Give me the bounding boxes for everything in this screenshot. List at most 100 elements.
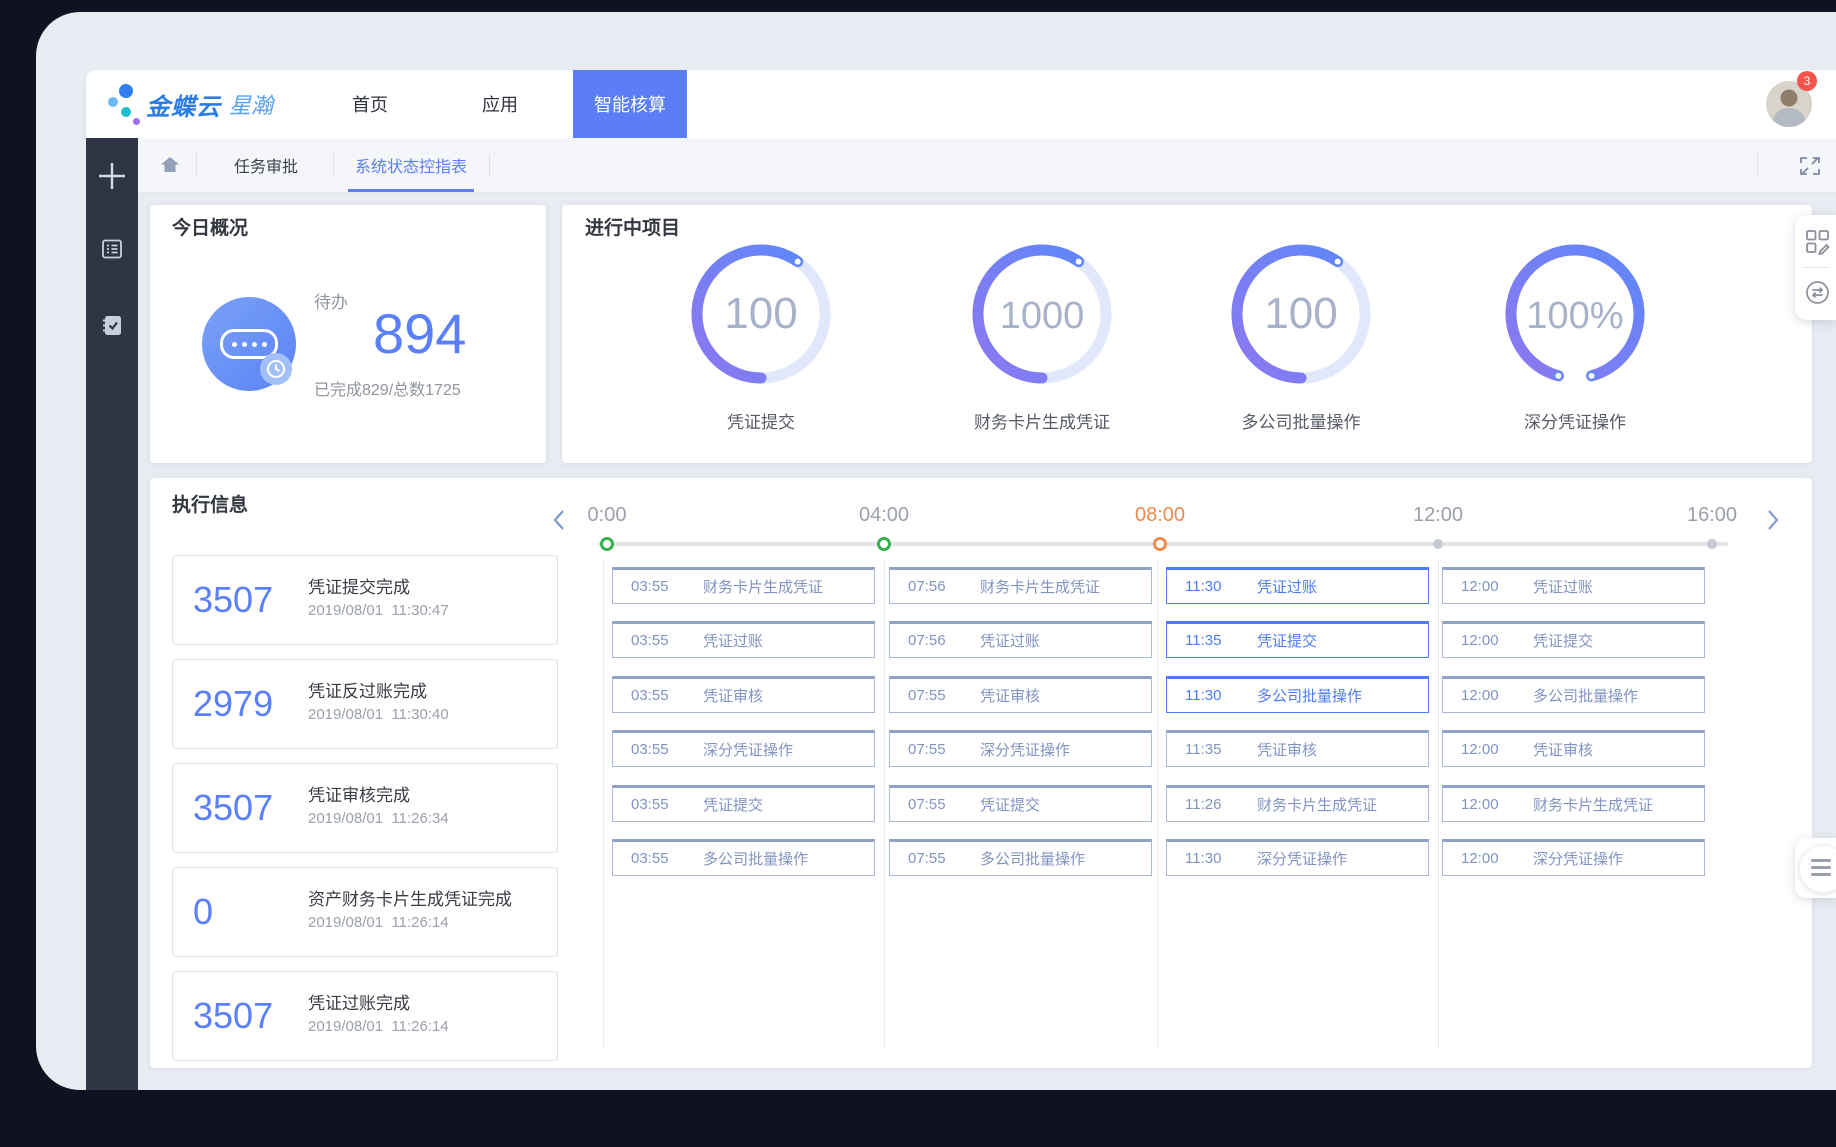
swap-icon[interactable]	[1804, 279, 1831, 311]
timeline-item[interactable]: 07:55凭证提交	[889, 785, 1152, 822]
item-label: 凭证提交	[980, 794, 1040, 815]
timeline-item[interactable]: 11:30凭证过账	[1166, 567, 1429, 604]
fullscreen-icon[interactable]	[1797, 153, 1823, 184]
item-label: 深分凭证操作	[1257, 848, 1347, 869]
timeline-item[interactable]: 03:55凭证提交	[612, 785, 875, 822]
timeline-item[interactable]: 11:30深分凭证操作	[1166, 839, 1429, 876]
stat-card-4[interactable]: 0资产财务卡片生成凭证完成2019/08/01 11:26:14	[172, 867, 558, 957]
timeline-dot-12:00[interactable]	[1433, 539, 1443, 549]
item-label: 多公司批量操作	[1533, 685, 1638, 706]
tab-separator	[1757, 154, 1758, 176]
item-label: 财务卡片生成凭证	[703, 576, 823, 597]
menu-icon	[1811, 866, 1831, 869]
timeline-item[interactable]: 07:56财务卡片生成凭证	[889, 567, 1152, 604]
item-label: 凭证提交	[1257, 630, 1317, 651]
item-time: 07:55	[908, 687, 980, 704]
notification-badge[interactable]: 3	[1797, 71, 1817, 91]
timeline-item[interactable]: 03:55多公司批量操作	[612, 839, 875, 876]
dashboard-edit-icon[interactable]	[1804, 228, 1831, 260]
timeline-item[interactable]: 03:55深分凭证操作	[612, 730, 875, 767]
timeline-item[interactable]: 03:55凭证过账	[612, 621, 875, 658]
timeline-item[interactable]: 12:00凭证提交	[1442, 621, 1705, 658]
item-label: 深分凭证操作	[1533, 848, 1623, 869]
item-time: 03:55	[631, 850, 703, 867]
timeline-item[interactable]: 12:00深分凭证操作	[1442, 839, 1705, 876]
todo-bubble-icon	[202, 297, 296, 391]
tab-1[interactable]: 任务审批	[214, 138, 318, 192]
add-icon[interactable]	[86, 160, 138, 192]
timeline-item[interactable]: 11:30多公司批量操作	[1166, 676, 1429, 713]
today-card-title: 今日概况	[172, 213, 248, 240]
nav-item-3[interactable]: 智能核算	[573, 70, 687, 138]
item-time: 12:00	[1461, 850, 1533, 867]
item-label: 凭证过账	[1533, 576, 1593, 597]
timeline-item[interactable]: 11:35凭证审核	[1166, 730, 1429, 767]
left-sidebar	[86, 138, 138, 1090]
stat-label: 资产财务卡片生成凭证完成	[308, 885, 512, 910]
execution-card-title: 执行信息	[172, 490, 248, 517]
nav-item-2[interactable]: 应用	[464, 70, 536, 138]
tab-2[interactable]: 系统状态控指表	[336, 138, 486, 192]
brand-logo: 金蝶云 星瀚	[146, 80, 273, 128]
todo-count: 894	[373, 306, 466, 362]
column-divider	[1438, 558, 1439, 1050]
item-time: 07:55	[908, 796, 980, 813]
timeline-item[interactable]: 11:26财务卡片生成凭证	[1166, 785, 1429, 822]
timeline-item[interactable]: 12:00财务卡片生成凭证	[1442, 785, 1705, 822]
timeline-item[interactable]: 12:00凭证过账	[1442, 567, 1705, 604]
page: 金蝶云 星瀚 首页应用智能核算 3 任务审批系统状态控指表	[0, 0, 1836, 1147]
stat-card-3[interactable]: 3507凭证审核完成2019/08/01 11:26:34	[172, 763, 558, 853]
task-check-icon[interactable]	[86, 313, 138, 337]
timeline-dot-0:00[interactable]	[600, 537, 614, 551]
item-time: 07:55	[908, 741, 980, 758]
stat-timestamp: 2019/08/01 11:26:34	[308, 810, 449, 827]
svg-text:1000: 1000	[1000, 295, 1085, 337]
tab-separator	[196, 154, 197, 176]
today-summary: 已完成829/总数1725	[314, 376, 461, 400]
list-icon[interactable]	[86, 237, 138, 261]
item-label: 凭证审核	[1257, 739, 1317, 760]
chevron-right-icon[interactable]	[1766, 508, 1780, 537]
panel-divider	[1802, 267, 1830, 268]
item-time: 12:00	[1461, 578, 1533, 595]
timeline-item[interactable]: 11:35凭证提交	[1166, 621, 1429, 658]
projects-card-title: 进行中项目	[585, 213, 680, 240]
gauge-label: 多公司批量操作	[1226, 408, 1376, 433]
item-label: 财务卡片生成凭证	[1257, 794, 1377, 815]
menu-icon	[1811, 873, 1831, 876]
stat-card-2[interactable]: 2979凭证反过账完成2019/08/01 11:30:40	[172, 659, 558, 749]
timeline-item[interactable]: 03:55凭证审核	[612, 676, 875, 713]
timeline-item[interactable]: 07:55多公司批量操作	[889, 839, 1152, 876]
stat-value: 3507	[193, 556, 273, 644]
item-time: 12:00	[1461, 687, 1533, 704]
item-label: 多公司批量操作	[703, 848, 808, 869]
timeline-item[interactable]: 07:56凭证过账	[889, 621, 1152, 658]
timeline-item[interactable]: 07:55深分凭证操作	[889, 730, 1152, 767]
nav-item-1[interactable]: 首页	[334, 70, 406, 138]
timeline-dot-08:00[interactable]	[1153, 537, 1167, 551]
home-icon[interactable]	[152, 153, 188, 177]
timeline-tick-08:00: 08:00	[1115, 504, 1205, 527]
stat-label: 凭证过账完成	[308, 989, 410, 1014]
timeline-item[interactable]: 12:00凭证审核	[1442, 730, 1705, 767]
item-time: 07:56	[908, 632, 980, 649]
item-time: 12:00	[1461, 796, 1533, 813]
timeline-dot-16:00[interactable]	[1707, 539, 1717, 549]
item-time: 11:35	[1185, 741, 1257, 758]
item-time: 11:30	[1185, 850, 1257, 867]
item-time: 07:55	[908, 850, 980, 867]
svg-text:100: 100	[724, 289, 797, 338]
timeline-dot-04:00[interactable]	[877, 537, 891, 551]
item-label: 凭证审核	[1533, 739, 1593, 760]
item-time: 11:30	[1185, 687, 1257, 704]
timeline-item[interactable]: 07:55凭证审核	[889, 676, 1152, 713]
timeline-item[interactable]: 12:00多公司批量操作	[1442, 676, 1705, 713]
item-time: 03:55	[631, 578, 703, 595]
timeline-item[interactable]: 03:55财务卡片生成凭证	[612, 567, 875, 604]
gauge-多公司批量操作: 100多公司批量操作	[1226, 239, 1376, 444]
stat-timestamp: 2019/08/01 11:26:14	[308, 1018, 449, 1035]
item-label: 凭证提交	[1533, 630, 1593, 651]
item-label: 深分凭证操作	[980, 739, 1070, 760]
stat-card-1[interactable]: 3507凭证提交完成2019/08/01 11:30:47	[172, 555, 558, 645]
stat-card-5[interactable]: 3507凭证过账完成2019/08/01 11:26:14	[172, 971, 558, 1061]
